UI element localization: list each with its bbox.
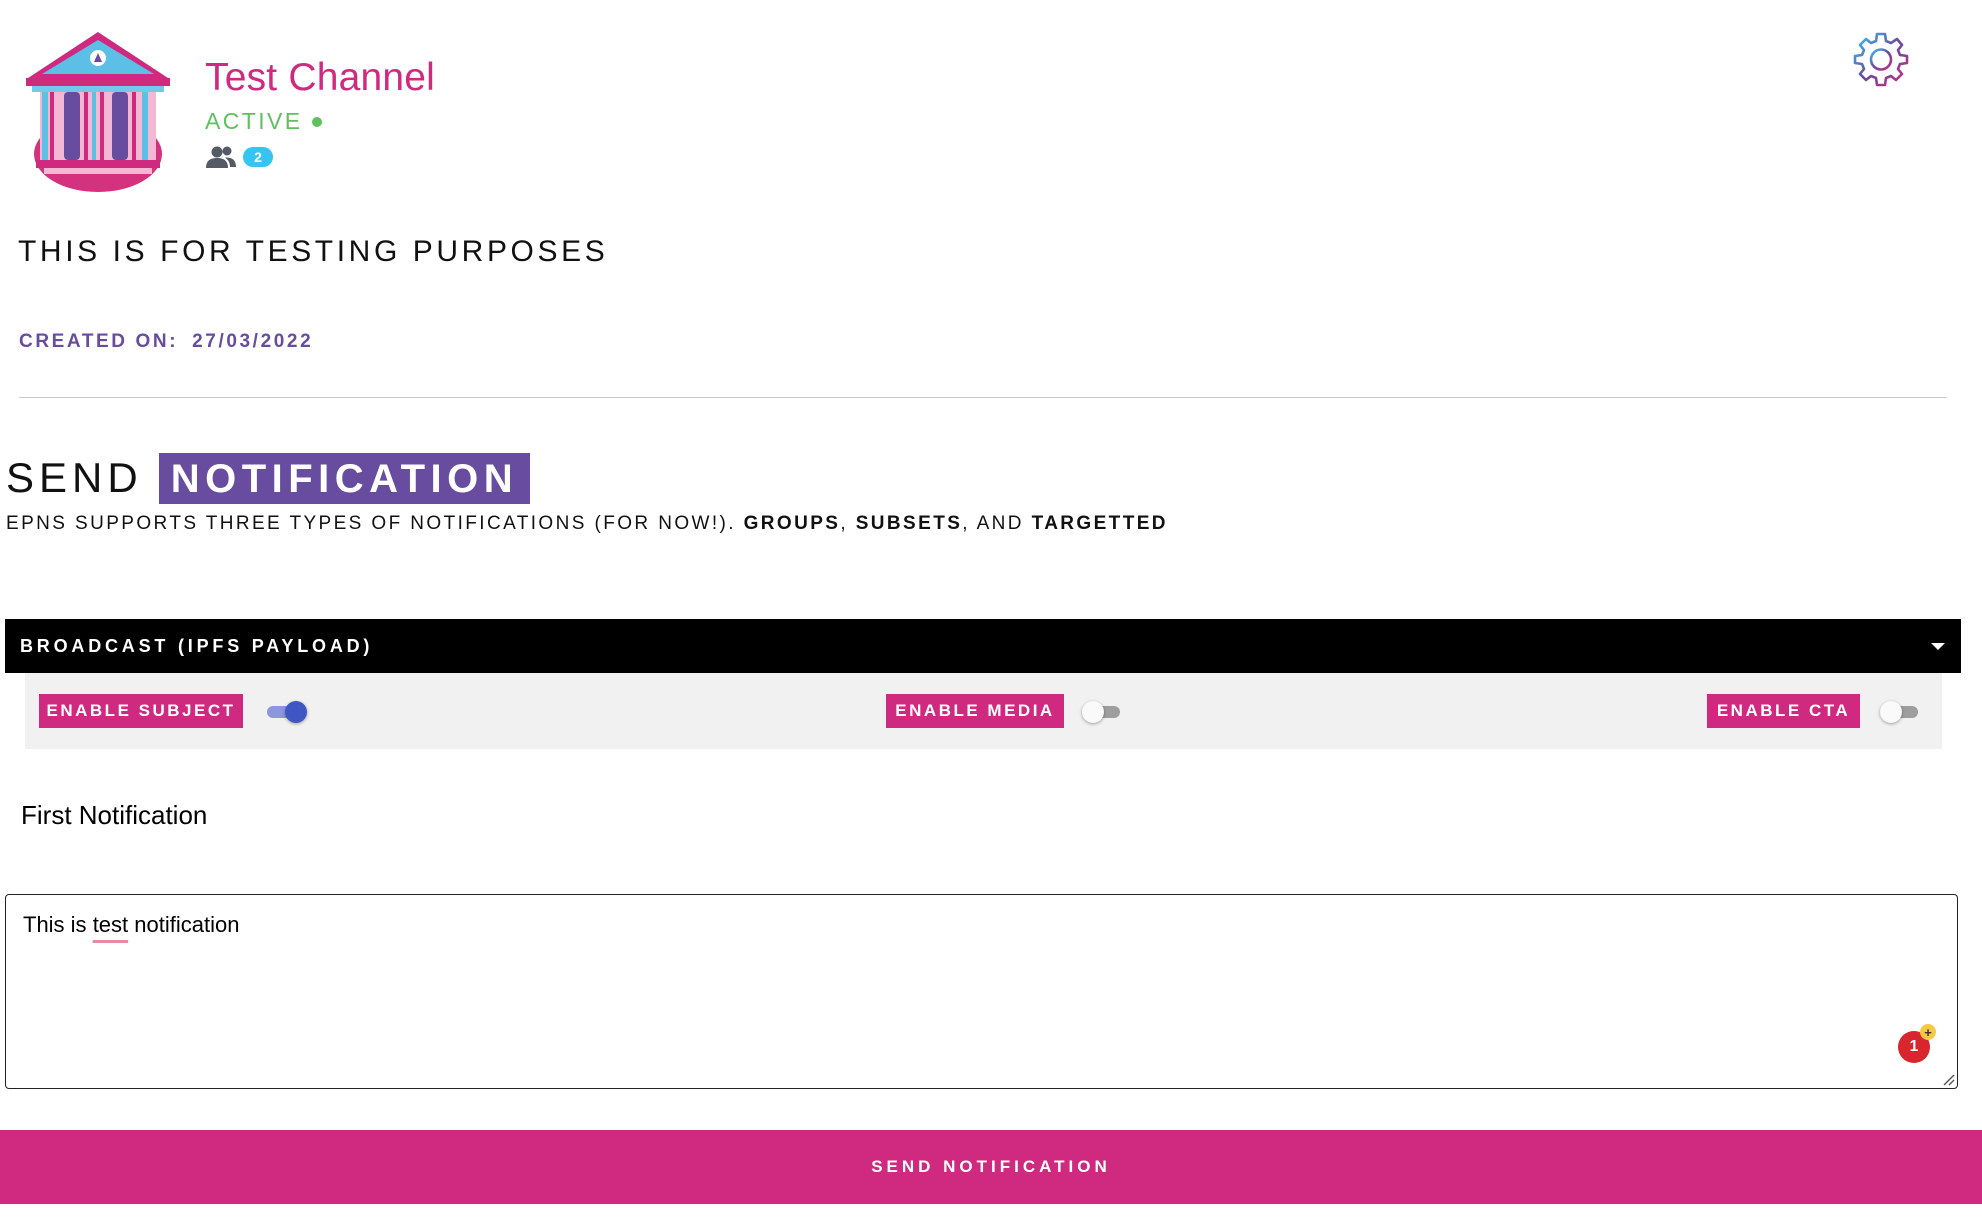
gear-icon — [1853, 32, 1909, 87]
subtitle-and: , AND — [962, 513, 1024, 534]
created-label: CREATED ON: — [19, 331, 179, 352]
media-toggle[interactable] — [1082, 701, 1122, 723]
enable-subject-button[interactable]: ENABLE SUBJECT — [39, 694, 243, 728]
section-title-highlight: NOTIFICATION — [158, 452, 531, 504]
toggle-knob — [285, 701, 307, 723]
message-part: notification — [128, 912, 240, 937]
subject-toggle[interactable] — [265, 701, 307, 723]
created-on: CREATED ON: 27/03/2022 — [19, 331, 313, 353]
status-label: ACTIVE — [205, 108, 303, 134]
enable-media-button[interactable]: ENABLE MEDIA — [886, 694, 1064, 728]
bank-building-logo — [26, 32, 170, 192]
status-dot-icon — [312, 116, 323, 127]
settings-button[interactable] — [1852, 30, 1910, 88]
channel-description: THIS IS FOR TESTING PURPOSES — [18, 235, 609, 268]
misspelled-word: test — [92, 912, 129, 937]
subject-input[interactable] — [21, 800, 821, 831]
notification-type-value: BROADCAST (IPFS PAYLOAD) — [20, 635, 374, 656]
section-title-plain: SEND — [6, 454, 143, 501]
message-text: This is test notification — [23, 912, 239, 938]
enable-cta-button[interactable]: ENABLE CTA — [1707, 694, 1860, 728]
subscriber-count: 2 — [205, 144, 273, 170]
subtitle-targetted: TARGETTED — [1031, 513, 1168, 534]
section-title: SEND NOTIFICATION — [6, 451, 531, 505]
chevron-down-icon — [1931, 643, 1945, 650]
subscriber-count-badge: 2 — [243, 147, 273, 167]
message-textarea[interactable]: This is test notification 1 + — [5, 894, 1958, 1089]
subtitle-comma: , — [840, 513, 849, 534]
toggle-knob — [1082, 701, 1104, 723]
notification-type-select[interactable]: BROADCAST (IPFS PAYLOAD) — [5, 619, 1961, 673]
cta-toggle[interactable] — [1880, 701, 1920, 723]
resize-handle-icon[interactable] — [1941, 1072, 1955, 1086]
toggle-knob — [1880, 701, 1902, 723]
extension-badge[interactable]: 1 + — [1898, 1024, 1936, 1063]
subtitle-subsets: SUBSETS — [855, 513, 963, 534]
channel-logo — [18, 26, 178, 196]
send-notification-button[interactable]: SEND NOTIFICATION — [0, 1130, 1982, 1204]
channel-name: Test Channel — [205, 56, 436, 99]
created-date: 27/03/2022 — [192, 331, 314, 352]
subtitle-groups: GROUPS — [743, 513, 841, 534]
plus-icon: + — [1920, 1024, 1936, 1040]
people-icon — [206, 146, 236, 168]
extension-badge-count: 1 — [1909, 1038, 1919, 1055]
notification-options: ENABLE SUBJECT ENABLE MEDIA ENABLE CTA — [25, 673, 1942, 749]
divider — [19, 397, 1947, 398]
message-part: This is — [23, 912, 93, 937]
section-subtitle: EPNS SUPPORTS THREE TYPES OF NOTIFICATIO… — [6, 513, 1168, 535]
channel-status: ACTIVE — [205, 108, 323, 135]
subtitle-prefix: EPNS SUPPORTS THREE TYPES OF NOTIFICATIO… — [6, 513, 736, 534]
